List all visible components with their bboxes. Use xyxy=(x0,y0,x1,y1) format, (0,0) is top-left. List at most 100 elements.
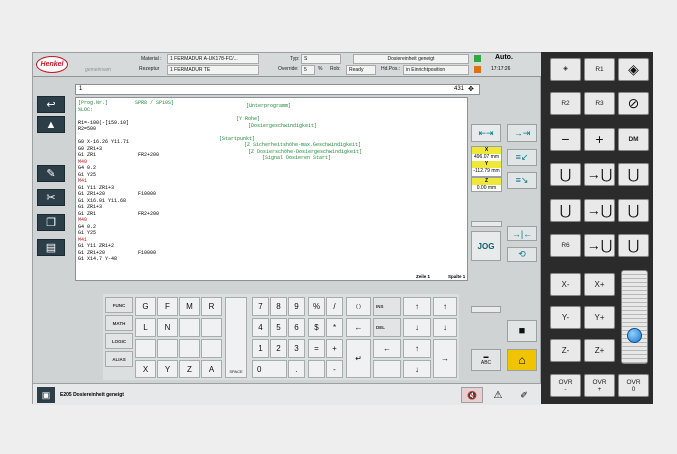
material-value[interactable]: 1 FERMADUR A-UK178-FC/... xyxy=(167,54,259,64)
key-parens[interactable]: ( ) xyxy=(346,297,371,316)
key-pgdn[interactable]: ↓ xyxy=(433,318,457,337)
key-blank[interactable] xyxy=(201,339,222,358)
ovr-minus-key[interactable]: OVR - xyxy=(550,374,581,397)
gripper2-key[interactable]: ⋃ xyxy=(550,199,581,222)
copy-button[interactable]: ❐ xyxy=(37,214,65,231)
key-f[interactable]: F xyxy=(157,297,178,316)
x-minus-key[interactable]: X- xyxy=(550,273,581,296)
key-right[interactable]: → xyxy=(433,339,457,378)
scroll-up-button[interactable]: ▲ xyxy=(37,116,65,133)
key-enter[interactable]: ↵ xyxy=(346,339,371,378)
z-plus-key[interactable]: Z+ xyxy=(584,339,615,362)
key-blank[interactable] xyxy=(179,318,200,337)
slider-knob[interactable] xyxy=(627,328,642,343)
gripper2-move-key[interactable]: →⋃ xyxy=(584,199,615,222)
r1-key[interactable]: R1 xyxy=(584,58,615,81)
toolbar-field[interactable]: 1 xyxy=(79,86,82,92)
cut-button[interactable]: ✂ xyxy=(37,189,65,206)
gripper-close-key[interactable]: ⋃ xyxy=(618,163,649,186)
key-func[interactable]: FUNC xyxy=(105,297,133,313)
start-key[interactable]: ◈ xyxy=(618,58,649,81)
edit-pencil-button[interactable]: ✎ xyxy=(37,165,65,182)
ovr-plus-key[interactable]: OVR + xyxy=(584,374,615,397)
key-del[interactable]: DEL xyxy=(373,318,401,337)
key-8[interactable]: 8 xyxy=(270,297,287,316)
warning-icon[interactable]: ⚠ xyxy=(487,387,509,403)
plus-key[interactable]: + xyxy=(584,128,615,151)
key-l[interactable]: L xyxy=(135,318,156,337)
program-editor[interactable]: [Prog.Nr.] SPR8 / SP10S] %LOC: R1=-100(-[1… xyxy=(75,97,468,281)
r3-key[interactable]: R3 xyxy=(584,92,615,115)
key-r[interactable]: R xyxy=(201,297,222,316)
abc-button[interactable]: ▬ ABC xyxy=(471,349,501,371)
key-blank[interactable] xyxy=(135,339,156,358)
key-dollar[interactable]: $ xyxy=(308,318,325,337)
gripper3-key[interactable]: ⋃ xyxy=(618,234,649,257)
key-equals[interactable]: = xyxy=(308,339,325,358)
ovr-zero-key[interactable]: OVR 0 xyxy=(618,374,649,397)
z-minus-key[interactable]: Z- xyxy=(550,339,581,362)
move-icon[interactable]: ✥ xyxy=(468,85,474,93)
key-up2[interactable]: ↑ xyxy=(403,339,431,358)
key-7[interactable]: 7 xyxy=(252,297,269,316)
key-plus[interactable]: + xyxy=(326,339,343,358)
dm-key[interactable]: DM xyxy=(618,128,649,151)
key-up[interactable]: ↑ xyxy=(403,297,431,316)
program-select-button[interactable]: ⇤⇥ xyxy=(471,124,501,142)
gripper-move-key[interactable]: →⋃ xyxy=(584,163,615,186)
key-blank[interactable] xyxy=(373,360,401,378)
step-forward-button[interactable]: →⇥ xyxy=(507,124,537,142)
key-dot[interactable]: . xyxy=(288,360,305,378)
key-math[interactable]: MATH xyxy=(105,315,133,331)
key-blank[interactable] xyxy=(179,339,200,358)
r2-key[interactable]: R2 xyxy=(550,92,581,115)
key-ins[interactable]: INS xyxy=(373,297,401,316)
key-alias[interactable]: ALIAS xyxy=(105,351,133,367)
mute-icon[interactable]: 🔇 xyxy=(461,387,483,403)
key-blank[interactable] xyxy=(157,339,178,358)
key-pgup[interactable]: ↑ xyxy=(433,297,457,316)
list-button[interactable]: ≡↘ xyxy=(507,172,537,189)
minus-key[interactable]: − xyxy=(550,128,581,151)
rezeptur-value[interactable]: 1 FERMADUR TE xyxy=(167,65,259,75)
key-back-arrow[interactable]: ← xyxy=(373,339,401,358)
gripper-open-key[interactable]: ⋃ xyxy=(550,163,581,186)
override-slider[interactable] xyxy=(621,270,648,364)
key-minus[interactable]: - xyxy=(326,360,343,378)
gripper3-move-key[interactable]: →⋃ xyxy=(584,234,615,257)
key-m[interactable]: M xyxy=(179,297,200,316)
key-logic[interactable]: LOGIC xyxy=(105,333,133,349)
key-z[interactable]: Z xyxy=(179,360,200,378)
paste-button[interactable]: ▤ xyxy=(37,239,65,256)
jog-cycle-button[interactable]: ⟲ xyxy=(507,247,537,262)
key-down[interactable]: ↓ xyxy=(403,318,431,337)
key-2[interactable]: 2 xyxy=(270,339,287,358)
key-3[interactable]: 3 xyxy=(288,339,305,358)
key-down2[interactable]: ↓ xyxy=(403,360,431,378)
key-6[interactable]: 6 xyxy=(288,318,305,337)
user-icon[interactable]: ▣ xyxy=(37,387,55,403)
key-x[interactable]: X xyxy=(135,360,156,378)
key-y[interactable]: Y xyxy=(157,360,178,378)
key-blank[interactable] xyxy=(201,318,222,337)
key-star[interactable]: * xyxy=(326,318,343,337)
key-a[interactable]: A xyxy=(201,360,222,378)
key-slash[interactable]: / xyxy=(326,297,343,316)
y-minus-key[interactable]: Y- xyxy=(550,306,581,329)
key-1[interactable]: 1 xyxy=(252,339,269,358)
jog-slider[interactable] xyxy=(471,221,502,227)
key-5[interactable]: 5 xyxy=(270,318,287,337)
save-as-button[interactable]: ■ xyxy=(507,320,537,342)
key-left-arrow[interactable]: ← xyxy=(346,318,371,337)
key-9[interactable]: 9 xyxy=(288,297,305,316)
jog-step-button[interactable]: →|← xyxy=(507,226,537,241)
stop-key[interactable]: ⊘ xyxy=(618,92,649,115)
key-blank[interactable] xyxy=(308,360,325,378)
y-plus-key[interactable]: Y+ xyxy=(584,306,615,329)
return-button[interactable]: ↩ xyxy=(37,96,65,113)
key-g[interactable]: G xyxy=(135,297,156,316)
key-n[interactable]: N xyxy=(157,318,178,337)
key-4[interactable]: 4 xyxy=(252,318,269,337)
key-percent[interactable]: % xyxy=(308,297,325,316)
eraser-icon[interactable]: ✐ xyxy=(513,387,535,403)
